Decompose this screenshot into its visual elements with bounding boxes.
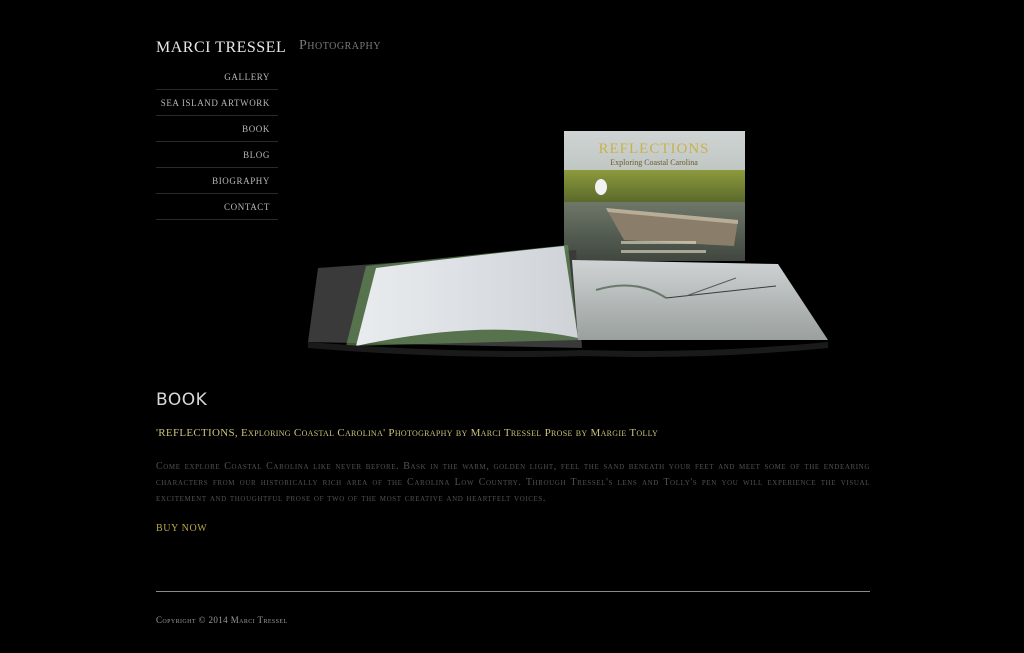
open-book-illustration: REFLECTIONS Exploring Coastal Carolina: [308, 131, 828, 357]
nav-item-gallery[interactable]: GALLERY: [156, 64, 278, 90]
nav-item-blog[interactable]: BLOG: [156, 142, 278, 168]
cover-subtitle: Exploring Coastal Carolina: [610, 158, 698, 167]
book-hero-image: REFLECTIONS Exploring Coastal Carolina: [306, 128, 832, 358]
nav-item-sea-island-artwork[interactable]: SEA ISLAND ARTWORK: [156, 90, 278, 116]
nav-item-biography[interactable]: BIOGRAPHY: [156, 168, 278, 194]
buy-now-link[interactable]: BUY NOW: [156, 523, 207, 534]
book-description: Come explore Coastal Carolina like never…: [156, 461, 870, 504]
nav-item-book[interactable]: BOOK: [156, 116, 278, 142]
section-label: Photography: [299, 38, 381, 53]
cover-title: REFLECTIONS: [598, 141, 709, 157]
site-logo[interactable]: MARCI TRESSEL: [156, 39, 286, 57]
book-cover: REFLECTIONS Exploring Coastal Carolina: [564, 131, 745, 261]
nav-item-contact[interactable]: CONTACT: [156, 194, 278, 220]
copyright-text: Copyright © 2014 Marci Tressel: [156, 615, 288, 625]
page-title: BOOK: [156, 390, 208, 410]
footer-divider: [156, 591, 870, 592]
book-subtitle: 'REFLECTIONS, Exploring Coastal Carolina…: [156, 427, 659, 439]
main-nav: GALLERY SEA ISLAND ARTWORK BOOK BLOG BIO…: [156, 64, 278, 220]
